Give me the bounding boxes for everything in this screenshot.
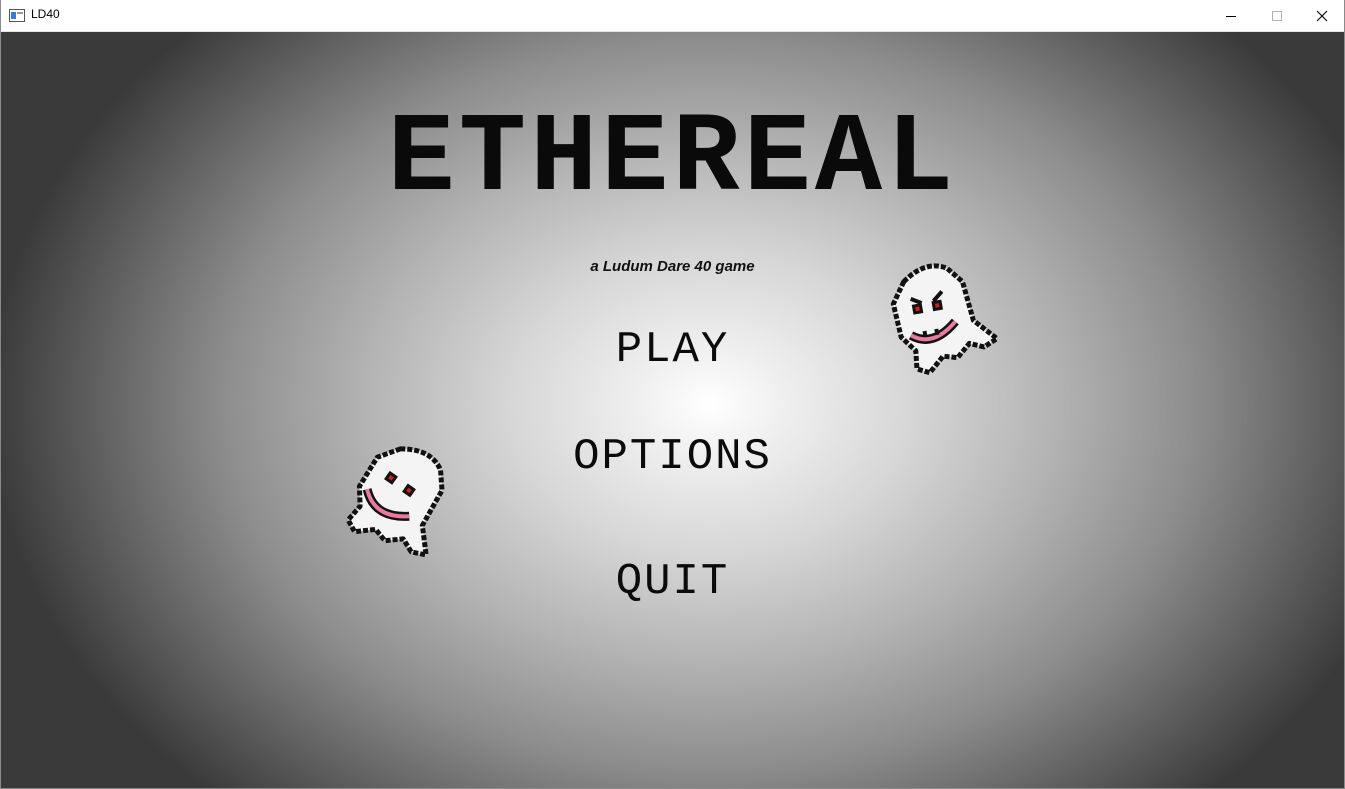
close-icon <box>1316 10 1328 21</box>
game-title: ETHEREAL <box>387 96 958 223</box>
play-button[interactable]: PLAY <box>1 328 1344 372</box>
minimize-icon <box>1226 15 1236 17</box>
window-title: LD40 <box>31 7 60 21</box>
close-button[interactable] <box>1299 0 1345 31</box>
options-button[interactable]: OPTIONS <box>1 435 1344 479</box>
title-bar[interactable]: LD40 <box>1 0 1344 32</box>
maximize-icon <box>1272 10 1282 21</box>
minimize-button[interactable] <box>1208 0 1254 31</box>
game-subtitle: a Ludum Dare 40 game <box>590 258 755 275</box>
app-icon <box>9 9 25 22</box>
ghost-sprite <box>890 263 1000 376</box>
game-canvas[interactable]: ETHEREAL a Ludum Dare 40 game PLAY OPTIO… <box>1 32 1344 788</box>
app-window: LD40 ETHEREAL a Ludum Dare 40 game PLAY … <box>0 0 1345 789</box>
quit-button[interactable]: QUIT <box>1 560 1344 604</box>
maximize-button[interactable] <box>1254 0 1300 31</box>
